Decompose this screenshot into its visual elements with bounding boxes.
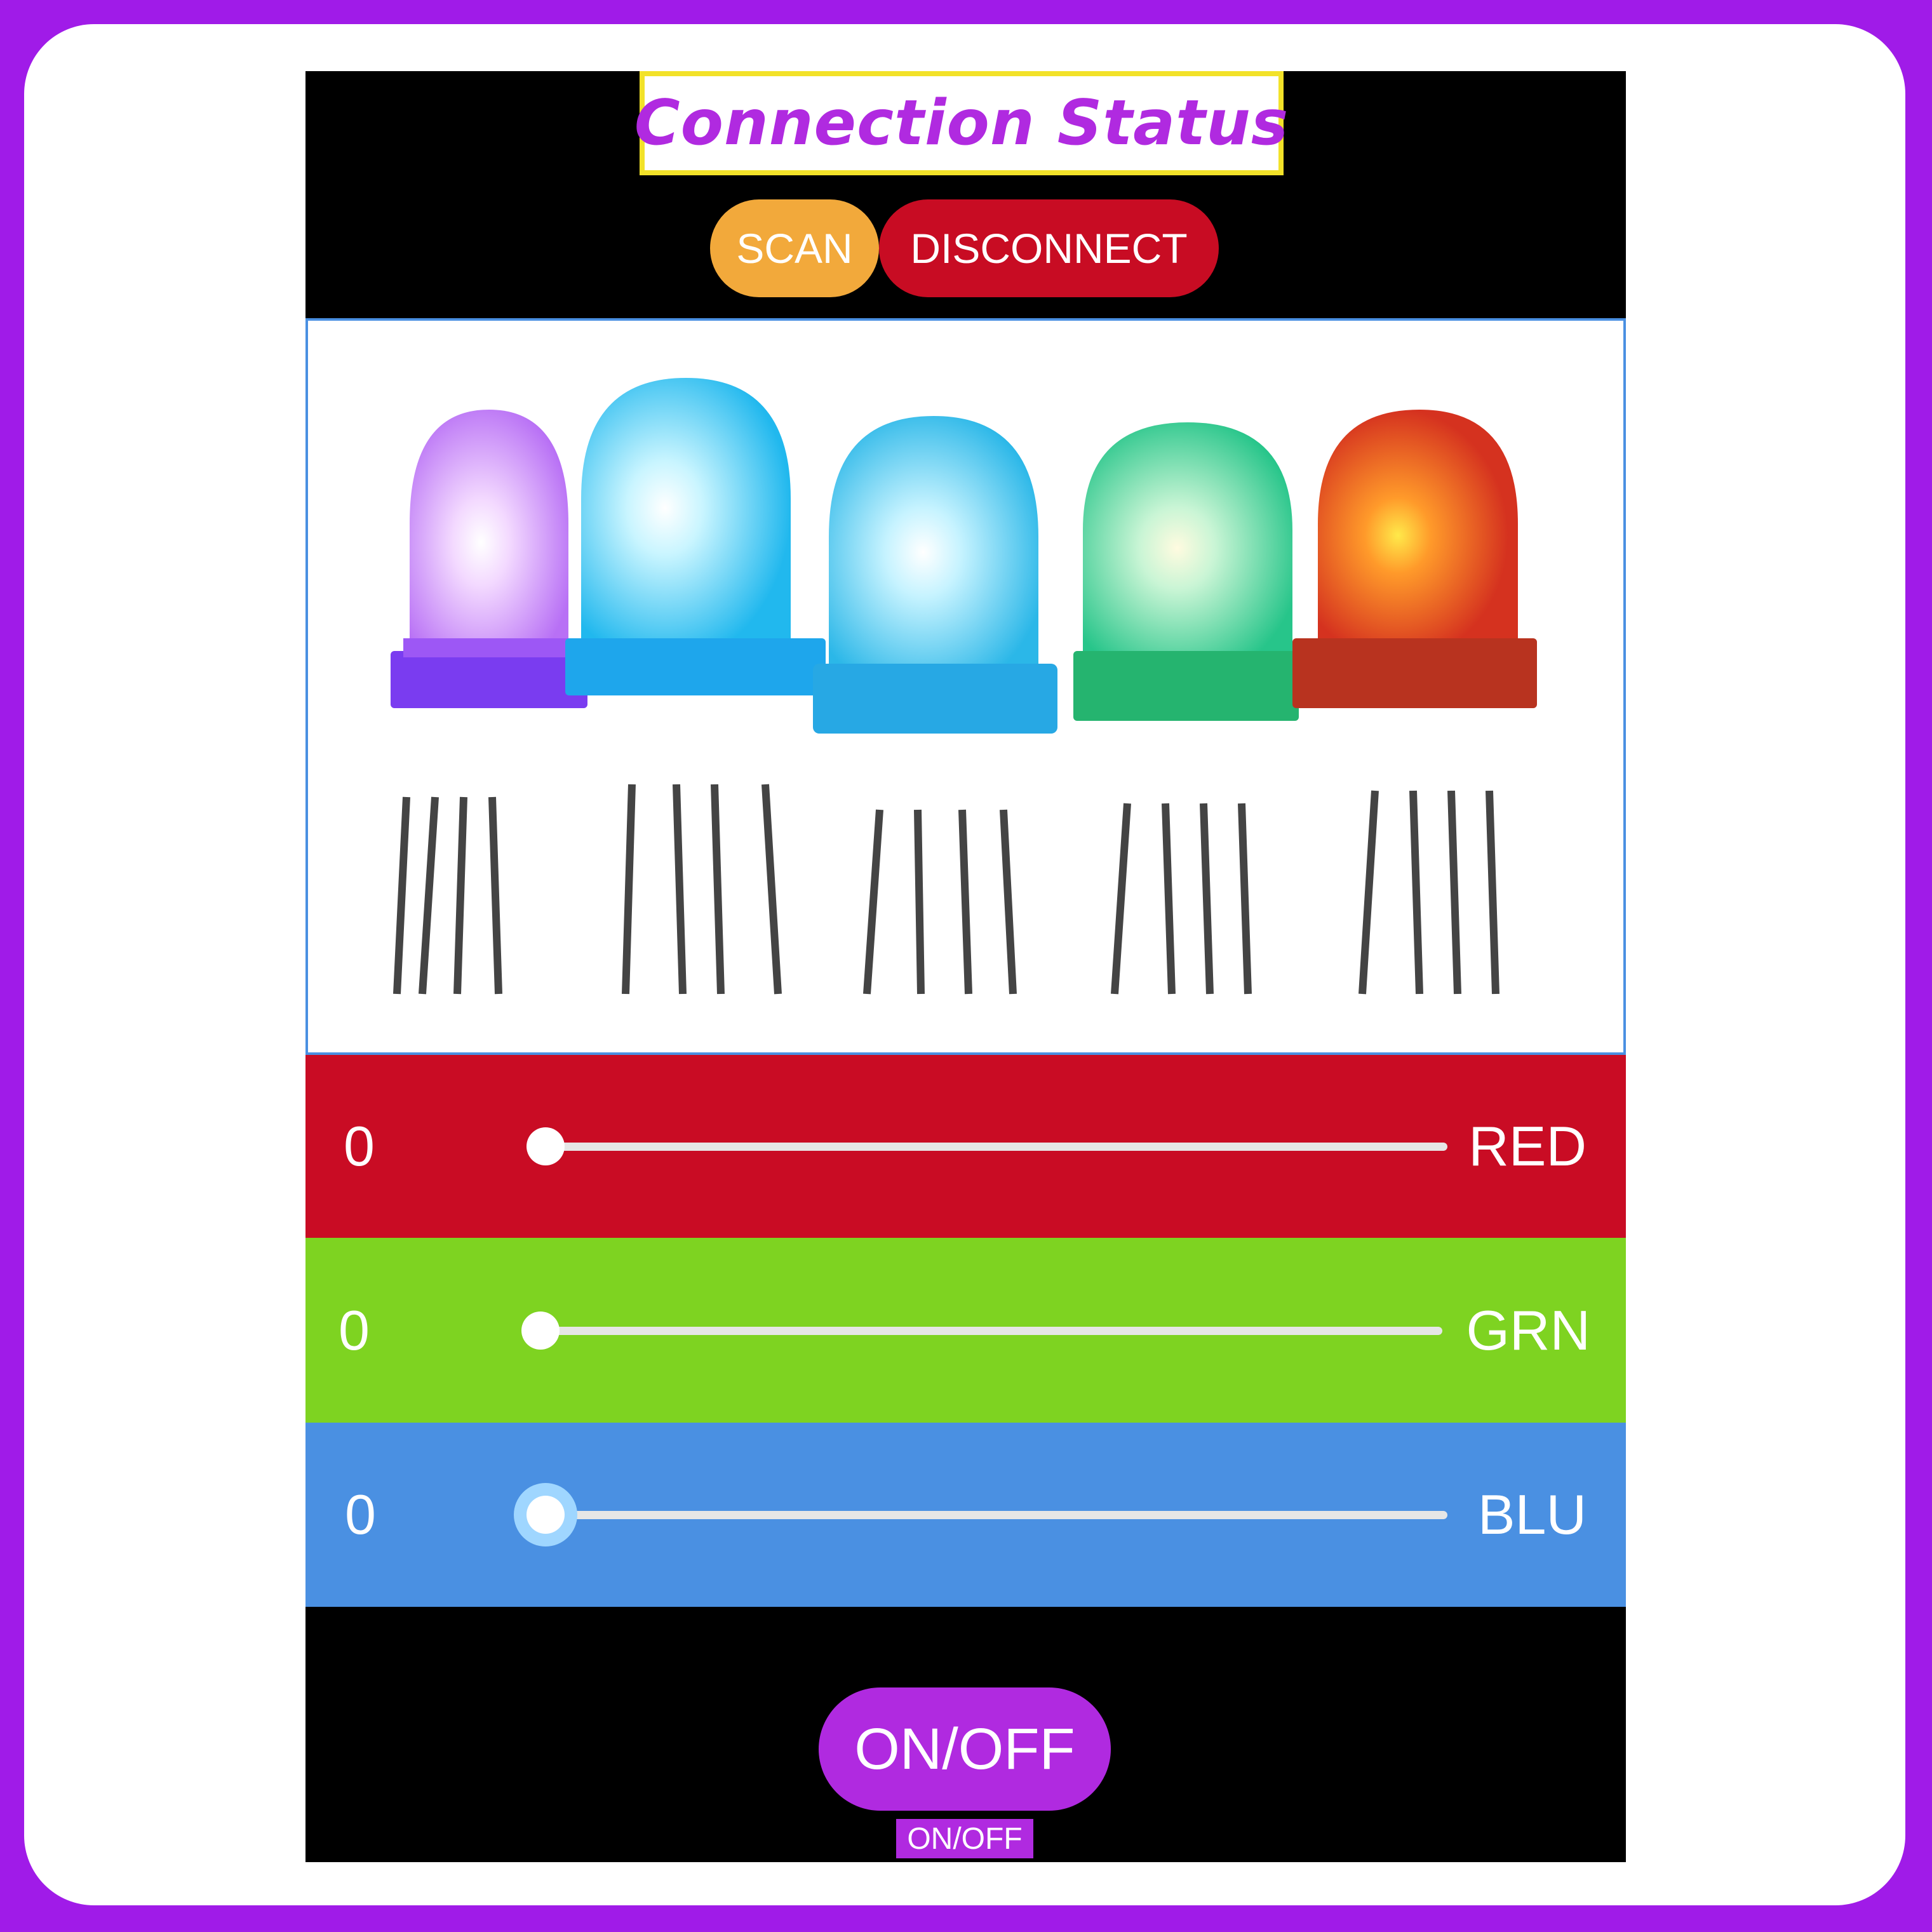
green-label: GRN (1466, 1298, 1590, 1362)
led-blue (565, 378, 826, 995)
green-slider-track[interactable] (540, 1326, 1442, 1335)
on-off-button[interactable]: ON/OFF (819, 1687, 1111, 1811)
blue-label: BLU (1477, 1483, 1587, 1546)
red-slider-row: 0 RED (305, 1055, 1626, 1238)
led-image-panel (305, 318, 1626, 1055)
led-purple (391, 410, 587, 995)
connection-status-title: Connection Status (634, 87, 1289, 159)
red-slider-track[interactable] (546, 1143, 1447, 1151)
blue-slider-track[interactable] (546, 1511, 1447, 1519)
blue-slider-row: 0 BLU (305, 1423, 1626, 1607)
led-cyan (813, 416, 1057, 995)
connection-buttons: SCAN DISCONNECT (305, 199, 1626, 297)
app-screen: Connection Status SCAN DISCONNECT 0 RED … (305, 71, 1626, 1862)
green-slider-row: 0 GRN (305, 1238, 1626, 1423)
red-label: RED (1468, 1115, 1587, 1177)
connection-status-box: Connection Status (634, 71, 1288, 175)
rgb-leds-image (391, 378, 1537, 995)
disconnect-button[interactable]: DISCONNECT (879, 199, 1219, 297)
green-slider-thumb[interactable] (521, 1311, 560, 1350)
red-value: 0 (344, 1115, 375, 1177)
blue-value: 0 (345, 1483, 376, 1546)
green-value: 0 (339, 1298, 370, 1362)
blue-slider-thumb[interactable] (514, 1483, 577, 1546)
led-red (1292, 410, 1537, 995)
on-off-caption: ON/OFF (896, 1819, 1033, 1858)
red-slider-thumb[interactable] (527, 1127, 565, 1165)
led-green (1073, 422, 1299, 995)
scan-button[interactable]: SCAN (710, 199, 879, 297)
